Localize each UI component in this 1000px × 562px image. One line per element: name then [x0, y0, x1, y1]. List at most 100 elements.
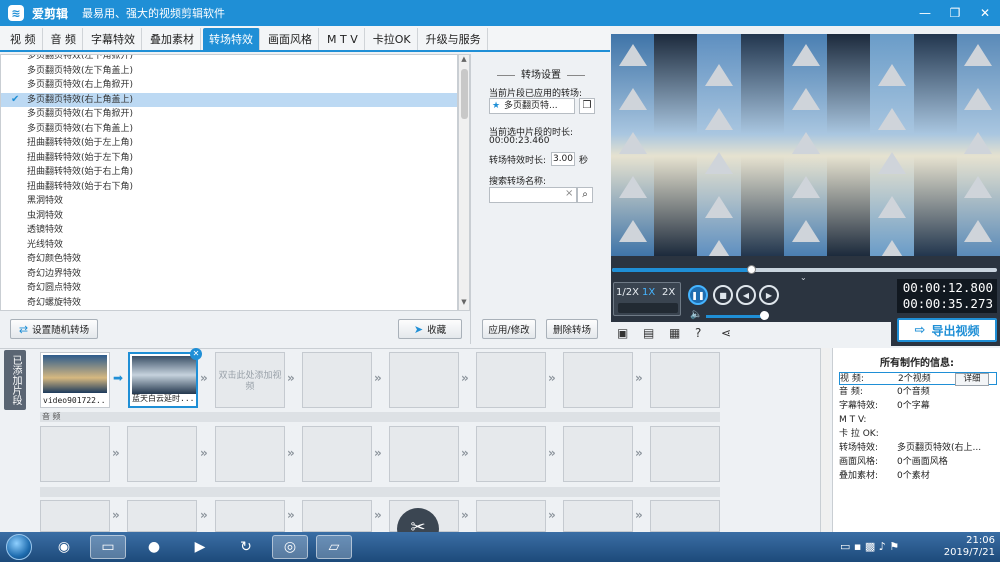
- tab-1[interactable]: 音 频: [45, 28, 83, 50]
- maximize-button[interactable]: ❐: [940, 0, 970, 26]
- system-tray-icons[interactable]: ▭ ▪ ▩ ♪ ⚑: [840, 540, 899, 553]
- pause-button[interactable]: ❚❚: [688, 285, 708, 305]
- audio-slot[interactable]: [302, 426, 372, 482]
- speed-double[interactable]: 2X: [662, 287, 675, 298]
- next-frame-button[interactable]: ▶: [759, 285, 779, 305]
- overlay-slot[interactable]: [476, 500, 546, 532]
- remove-clip-icon[interactable]: ✕: [190, 348, 202, 360]
- audio-slot[interactable]: [389, 426, 459, 482]
- window-app-icon[interactable]: ▱: [316, 535, 352, 559]
- effect-item[interactable]: 奇幻圆点特效: [1, 281, 457, 296]
- clear-icon[interactable]: ×: [565, 188, 573, 199]
- transition-slot-icon[interactable]: »: [200, 446, 208, 460]
- transition-slot-icon[interactable]: »: [374, 446, 382, 460]
- effect-item[interactable]: 光线特效: [1, 238, 457, 253]
- refresh-app-icon[interactable]: ↻: [228, 535, 264, 559]
- export-video-button[interactable]: ⇨ 导出视频: [897, 318, 997, 342]
- effect-item[interactable]: 多页翻页特效(左下角盖上): [1, 64, 457, 79]
- added-clips-tab[interactable]: 已添加片段: [4, 350, 26, 410]
- overlay-slot[interactable]: [302, 500, 372, 532]
- transition-slot-icon[interactable]: »: [461, 446, 469, 460]
- new-project-icon[interactable]: ▣: [617, 326, 628, 340]
- tab-6[interactable]: M T V: [321, 28, 365, 50]
- file-explorer-icon[interactable]: ▭: [90, 535, 126, 559]
- transition-slot-icon[interactable]: »: [461, 371, 469, 385]
- volume-icon[interactable]: 🔈: [690, 309, 702, 320]
- video-editor-icon[interactable]: ◎: [272, 535, 308, 559]
- overlay-slot[interactable]: [563, 500, 633, 532]
- transition-slot-icon[interactable]: »: [635, 371, 643, 385]
- audio-slot[interactable]: [650, 426, 720, 482]
- transition-slot-icon[interactable]: »: [200, 371, 208, 385]
- transition-slot-icon[interactable]: »: [287, 508, 295, 522]
- tab-5[interactable]: 画面风格: [262, 28, 319, 50]
- audio-slot[interactable]: [40, 426, 110, 482]
- empty-clip-slot[interactable]: [476, 352, 546, 408]
- volume-slider[interactable]: [706, 315, 764, 318]
- favorite-button[interactable]: ➤ 收藏: [398, 319, 462, 339]
- audio-slot[interactable]: [476, 426, 546, 482]
- progress-knob[interactable]: [746, 265, 756, 274]
- effect-duration-input[interactable]: 3.00: [551, 152, 575, 166]
- speed-half[interactable]: 1/2X: [616, 287, 639, 298]
- search-icon[interactable]: ⌕: [577, 187, 593, 203]
- tab-2[interactable]: 字幕特效: [85, 28, 142, 50]
- effect-item[interactable]: 扭曲翻转特效(始于右下角): [1, 180, 457, 195]
- detail-button[interactable]: 详细: [955, 373, 989, 386]
- minimize-button[interactable]: —: [910, 0, 940, 26]
- tab-8[interactable]: 升级与服务: [420, 28, 488, 50]
- audio-slot[interactable]: [563, 426, 633, 482]
- transition-slot-icon[interactable]: »: [548, 446, 556, 460]
- scroll-thumb[interactable]: [461, 69, 468, 119]
- search-input[interactable]: [489, 187, 577, 203]
- tab-3[interactable]: 叠加素材: [144, 28, 201, 50]
- effect-item[interactable]: 多页翻页特效(右下角掀开): [1, 107, 457, 122]
- audio-slot[interactable]: [215, 426, 285, 482]
- effect-list-scrollbar[interactable]: ▲ ▼: [458, 54, 470, 311]
- help-icon[interactable]: ?: [695, 326, 701, 340]
- delete-transition-button[interactable]: 删除转场: [546, 319, 598, 339]
- tab-7[interactable]: 卡拉OK: [367, 28, 418, 50]
- apply-modify-button[interactable]: 应用/修改: [482, 319, 536, 339]
- empty-clip-slot[interactable]: [302, 352, 372, 408]
- tab-4[interactable]: 转场特效: [203, 28, 260, 50]
- effect-item[interactable]: 扭曲翻转特效(始于左上角): [1, 136, 457, 151]
- cube-icon[interactable]: ❒: [579, 98, 595, 114]
- transition-slot-icon[interactable]: »: [548, 371, 556, 385]
- add-video-slot[interactable]: 双击此处添加视频: [215, 352, 285, 408]
- effect-item[interactable]: 奇幻边界特效: [1, 267, 457, 282]
- effect-item[interactable]: 扭曲翻转特效(始于左下角): [1, 151, 457, 166]
- firefox-icon[interactable]: ●: [136, 535, 172, 559]
- audio-slot[interactable]: [127, 426, 197, 482]
- empty-clip-slot[interactable]: [650, 352, 720, 408]
- effect-item[interactable]: ✔ 多页翻页特效(右上角盖上): [1, 92, 457, 107]
- random-transition-button[interactable]: ⇄ 设置随机转场: [10, 319, 98, 339]
- transition-slot-icon[interactable]: »: [112, 508, 120, 522]
- speed-track[interactable]: [618, 303, 678, 313]
- transition-slot-icon[interactable]: »: [287, 446, 295, 460]
- open-folder-icon[interactable]: ▤: [643, 326, 654, 340]
- overlay-slot[interactable]: [40, 500, 110, 532]
- volume-knob[interactable]: [760, 311, 769, 320]
- transition-slot-icon[interactable]: »: [461, 508, 469, 522]
- effect-item[interactable]: 奇幻螺旋特效: [1, 296, 457, 311]
- scroll-up-icon[interactable]: ▲: [459, 55, 469, 67]
- effect-item[interactable]: 奇幻颜色特效: [1, 252, 457, 267]
- scroll-down-icon[interactable]: ▼: [459, 298, 469, 310]
- speed-normal[interactable]: 1X: [642, 287, 655, 298]
- applied-transition-field[interactable]: ★ 多页翻页特...: [489, 98, 575, 114]
- save-icon[interactable]: ▦: [669, 326, 680, 340]
- transition-slot-icon[interactable]: »: [548, 508, 556, 522]
- media-center-icon[interactable]: ◉: [46, 535, 82, 559]
- close-button[interactable]: ✕: [970, 0, 1000, 26]
- clip-1[interactable]: video901722...: [40, 352, 110, 408]
- transition-slot-icon[interactable]: »: [200, 508, 208, 522]
- start-button-icon[interactable]: [6, 534, 32, 560]
- effect-item[interactable]: 多页翻页特效(左下角掀开): [1, 55, 457, 64]
- chevron-down-icon[interactable]: ⌄: [800, 273, 807, 282]
- timeline-scrollbar[interactable]: [820, 348, 830, 532]
- playback-progress-bar[interactable]: [612, 265, 997, 274]
- transition-slot-icon[interactable]: »: [374, 371, 382, 385]
- previous-frame-button[interactable]: ◀: [736, 285, 756, 305]
- effect-item[interactable]: 虫洞特效: [1, 209, 457, 224]
